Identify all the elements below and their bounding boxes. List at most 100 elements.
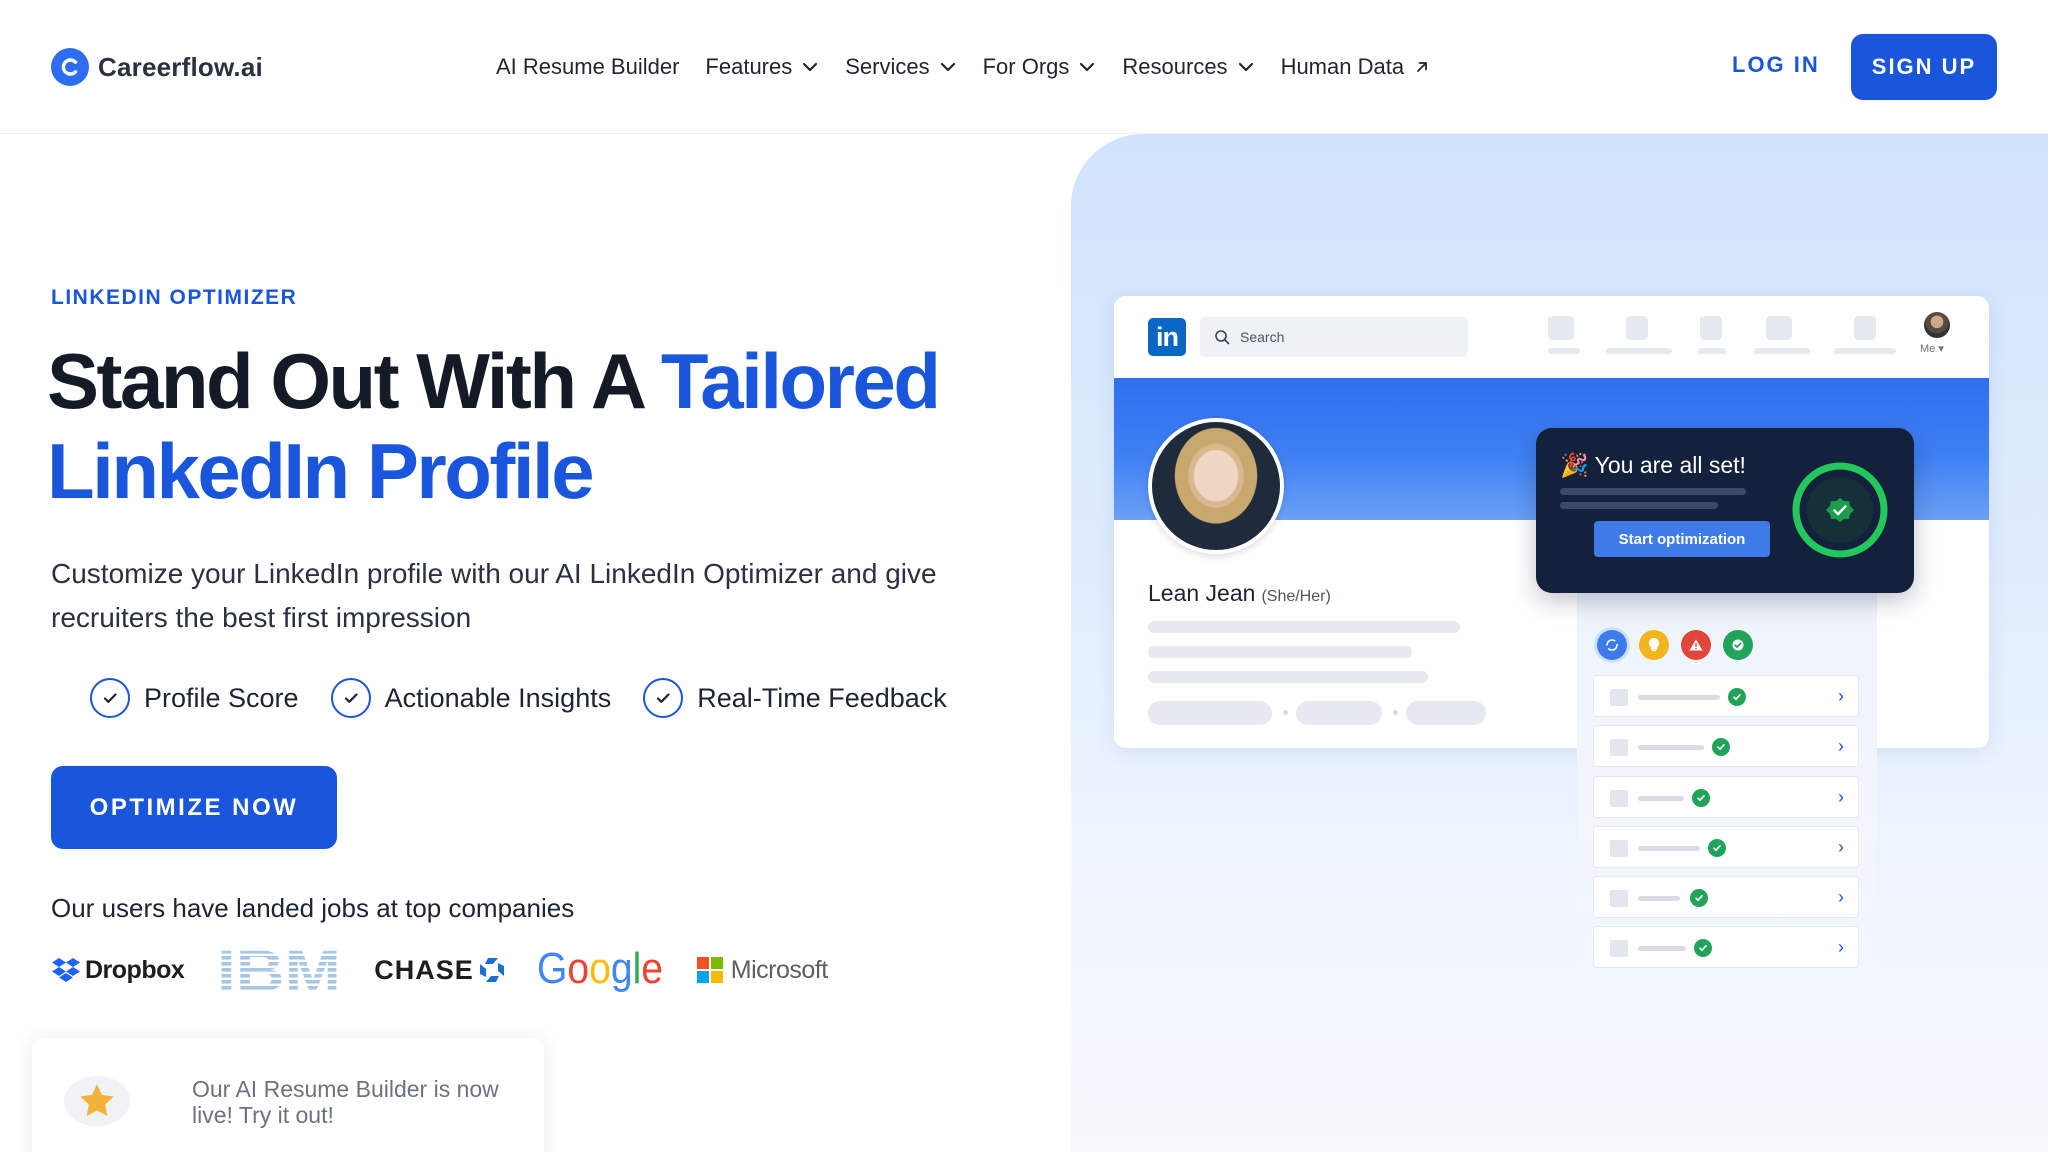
linkedin-logo-icon: in: [1148, 318, 1186, 356]
check-icon: [1694, 939, 1712, 957]
menu-services[interactable]: Services: [845, 50, 956, 84]
profile-photo: [1148, 418, 1284, 554]
nav-placeholder-label: [1698, 348, 1726, 354]
checklist-row[interactable]: ›: [1593, 876, 1859, 918]
login-link[interactable]: LOG IN: [1732, 52, 1820, 78]
check-badge-icon[interactable]: [1723, 630, 1753, 660]
checklist-row[interactable]: ›: [1593, 926, 1859, 968]
chase-octagon-icon: [479, 958, 504, 982]
feature-list: Profile Score Actionable Insights Real-T…: [90, 678, 979, 718]
company-logos: Dropbox IBM CHASE Google Microsoft: [51, 944, 860, 996]
optimize-now-button[interactable]: OPTIMIZE NOW: [51, 766, 337, 849]
ibm-logo: IBM: [216, 944, 342, 996]
page: Careerflow.ai AI Resume Builder Features…: [0, 0, 2048, 1152]
nav-placeholder-icon: [1700, 316, 1722, 340]
chevron-right-icon: ›: [1838, 937, 1844, 957]
start-optimization-button[interactable]: Start optimization: [1594, 521, 1770, 557]
separator-dot: [1283, 710, 1288, 715]
nav-placeholder-label: [1606, 348, 1672, 354]
search-icon: [1215, 330, 1230, 345]
page-title: Stand Out With A Tailored LinkedIn Profi…: [47, 336, 1027, 516]
nav-placeholder-label: [1548, 348, 1580, 354]
text-placeholder: [1560, 502, 1718, 509]
nav-placeholder-icon: [1854, 316, 1876, 340]
top-nav: Careerflow.ai AI Resume Builder Features…: [0, 0, 2048, 134]
checklist-row[interactable]: ›: [1593, 725, 1859, 767]
check-icon: [1728, 688, 1746, 706]
separator-dot: [1393, 710, 1398, 715]
signup-button[interactable]: SIGN UP: [1851, 34, 1997, 100]
text-placeholder: [1560, 488, 1746, 495]
ibm-wordmark: IBM: [217, 944, 341, 996]
chevron-down-icon: [803, 62, 818, 72]
check-icon: [1692, 789, 1710, 807]
pill-placeholder: [1296, 701, 1382, 725]
microsoft-logo: Microsoft: [696, 956, 828, 985]
chevron-right-icon: ›: [1838, 887, 1844, 907]
linkedin-search: Search: [1200, 317, 1468, 357]
announcement-toast[interactable]: Our AI Resume Builder is now live! Try i…: [32, 1038, 544, 1152]
brand-name: Careerflow.ai: [98, 51, 263, 82]
chevron-right-icon: ›: [1838, 837, 1844, 857]
title-part-2: Tailored: [660, 337, 941, 425]
brand[interactable]: Careerflow.ai: [51, 48, 263, 86]
menu-for-orgs[interactable]: For Orgs: [983, 50, 1097, 84]
brand-logo-icon: [51, 48, 89, 86]
title-part-1: Stand Out With A: [47, 337, 661, 425]
google-logo: Google: [537, 945, 665, 995]
svg-text:IBM: IBM: [217, 944, 341, 996]
feature-item: Profile Score: [90, 678, 299, 718]
dropbox-logo: Dropbox: [51, 956, 185, 985]
check-circle-icon: [643, 678, 684, 718]
toast-message: Our AI Resume Builder is now live! Try i…: [192, 1076, 499, 1128]
panel-icon-tabs: [1597, 630, 1753, 660]
text-placeholder: [1148, 646, 1412, 658]
menu-human-data[interactable]: Human Data: [1281, 50, 1432, 84]
check-circle-icon: [330, 678, 371, 718]
dropbox-icon: [52, 958, 80, 982]
profile-name: Lean Jean (She/Her): [1148, 580, 1331, 606]
external-link-icon: [1417, 62, 1427, 72]
checklist-row[interactable]: ›: [1593, 776, 1859, 818]
feature-item: Real-Time Feedback: [643, 678, 947, 718]
feature-label: Profile Score: [144, 682, 299, 713]
microsoft-squares-icon: [696, 957, 723, 983]
main-menu: AI Resume Builder Features Services For …: [496, 50, 1457, 84]
chase-logo: CHASE: [374, 955, 505, 986]
nav-placeholder-label: [1834, 348, 1896, 354]
check-icon: [1708, 839, 1726, 857]
chevron-right-icon: ›: [1838, 787, 1844, 807]
linkedin-topbar: in Search Me ▾: [1114, 296, 1989, 378]
lightbulb-icon[interactable]: [1639, 630, 1669, 660]
pill-placeholder: [1148, 701, 1272, 725]
checklist-row[interactable]: ›: [1593, 675, 1859, 717]
check-circle-icon: [90, 678, 130, 718]
check-icon: [1690, 889, 1708, 907]
nav-placeholder-icon: [1548, 316, 1574, 340]
pill-placeholder: [1406, 701, 1486, 725]
sync-icon[interactable]: [1597, 630, 1627, 660]
text-placeholder: [1148, 671, 1428, 683]
nav-placeholder-icon: [1766, 316, 1792, 340]
chevron-down-icon: [1080, 62, 1095, 72]
nav-placeholder-label: [1754, 348, 1810, 354]
feature-label: Real-Time Feedback: [697, 682, 947, 713]
feature-label: Actionable Insights: [384, 682, 612, 713]
chevron-right-icon: ›: [1838, 686, 1844, 706]
chevron-right-icon: ›: [1838, 736, 1844, 756]
score-ring-icon: [1792, 462, 1888, 558]
text-placeholder: [1148, 621, 1460, 633]
status-card-title: 🎉 You are all set!: [1560, 452, 1746, 478]
me-label: Me ▾: [1920, 343, 1944, 355]
warning-icon[interactable]: [1681, 630, 1711, 660]
menu-ai-resume-builder[interactable]: AI Resume Builder: [496, 50, 679, 84]
chevron-down-icon: [1238, 62, 1253, 72]
social-proof-text: Our users have landed jobs at top compan…: [51, 893, 575, 923]
hero-subtitle: Customize your LinkedIn profile with our…: [51, 558, 937, 633]
title-part-3: LinkedIn Profile: [47, 427, 595, 515]
menu-features[interactable]: Features: [705, 50, 819, 84]
menu-resources[interactable]: Resources: [1122, 50, 1254, 84]
eyebrow-label: LINKEDIN OPTIMIZER: [51, 286, 298, 309]
checklist-row[interactable]: ›: [1593, 826, 1859, 868]
star-icon: [64, 1076, 130, 1126]
